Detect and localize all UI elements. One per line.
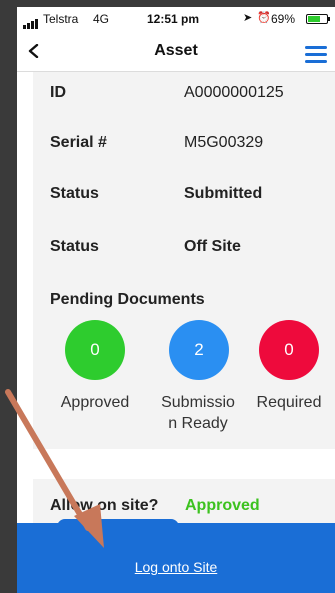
detail-label: Serial # [50, 134, 107, 151]
allow-on-site-label: Allow on site? [50, 497, 159, 514]
action-bar: Log onto Site [17, 523, 335, 593]
allow-on-site-value: Approved [185, 497, 260, 514]
asset-details-card: ID A0000000125 Serial # M5G00329 Status … [33, 72, 335, 449]
detail-value: M5G00329 [184, 134, 264, 151]
detail-label: Status [50, 185, 99, 202]
required-count-badge[interactable]: 0 [259, 320, 319, 380]
hamburger-menu-icon[interactable] [305, 46, 327, 63]
battery-icon [306, 14, 330, 24]
label-line: Submissio [161, 394, 235, 411]
phone-screen: Telstra 4G 12:51 pm ➤ ⏰ 69% Asset ID A00… [17, 7, 335, 593]
network-label: 4G [93, 12, 110, 26]
pending-documents-heading: Pending Documents [50, 291, 205, 308]
submission-ready-count-badge[interactable]: 2 [169, 320, 229, 380]
detail-value: Submitted [184, 185, 263, 202]
label-line: Approved [60, 394, 130, 411]
detail-label: ID [50, 84, 66, 101]
approved-count-badge[interactable]: 0 [65, 320, 125, 380]
signal-icon [23, 15, 39, 29]
carrier-label: Telstra [43, 12, 79, 26]
submission-ready-label: Submissio n Ready [143, 392, 253, 434]
required-label: Required [249, 392, 329, 413]
label-line: Required [256, 394, 322, 411]
clock: 12:51 pm [147, 12, 200, 26]
alarm-icon: ⏰ [257, 12, 271, 24]
approved-label: Approved [55, 392, 135, 413]
page-title: Asset [154, 42, 198, 59]
label-line: n Ready [168, 415, 228, 432]
detail-value: A0000000125 [184, 84, 284, 101]
detail-value: Off Site [184, 238, 241, 255]
detail-label: Status [50, 238, 99, 255]
nav-bar: Asset [17, 31, 335, 72]
status-bar: Telstra 4G 12:51 pm ➤ ⏰ 69% [17, 7, 335, 31]
log-onto-site-button[interactable]: Log onto Site [17, 559, 335, 575]
location-icon: ➤ [243, 12, 253, 24]
battery-percent: 69% [271, 12, 296, 26]
